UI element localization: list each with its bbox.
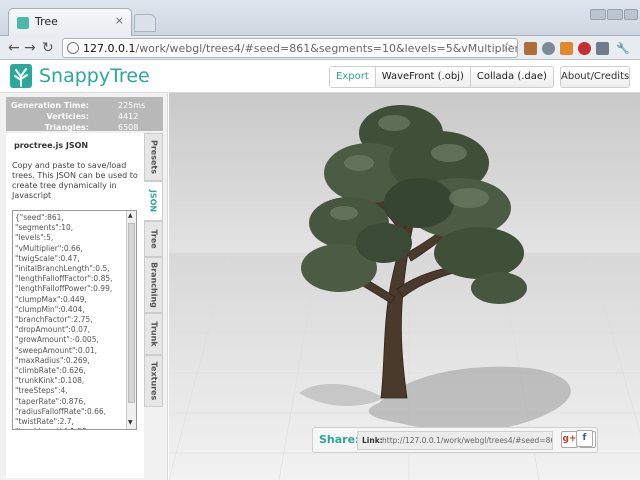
json-line: "lengthFalloffPower":0.99, (15, 284, 113, 294)
minimize-button[interactable] (590, 9, 606, 20)
json-line: "radiusFalloffRate":0.66, (15, 406, 107, 416)
json-line: "taperRate":0.876, (15, 396, 86, 406)
link-label: Link: (362, 436, 383, 445)
app-header: SnappyTree Export WaveFront (.obj) Colla… (0, 60, 640, 93)
browser-tab-strip: Tree × (0, 0, 640, 36)
url-host: 127.0.0.1 (83, 42, 136, 55)
json-line: "climbRate":0.626, (15, 366, 86, 376)
stat-label: Generation Time: (10, 101, 89, 110)
new-tab-button[interactable] (134, 14, 156, 32)
stats-box: Generation Time: 225ms Verticies: 4412 T… (6, 97, 163, 132)
tab-presets[interactable]: Presets (144, 133, 163, 181)
tab-label: Presets (149, 139, 158, 175)
tab-label: Textures (149, 361, 158, 401)
tab-label: Tree (149, 229, 158, 249)
json-line: "levels":5, (15, 233, 54, 243)
wavefront-obj-button[interactable]: WaveFront (.obj) (376, 67, 471, 87)
tab-label: JSON (148, 189, 158, 213)
side-panel: Generation Time: 225ms Verticies: 4412 T… (0, 93, 168, 480)
scroll-down-icon[interactable]: ▼ (128, 419, 133, 426)
share-bar: Share: Link: http://127.0.0.1/work/webgl… (312, 427, 598, 453)
tab-title: Tree (35, 15, 58, 28)
facebook-share-icon[interactable]: f (576, 430, 593, 447)
tree-3d-viewport[interactable] (169, 93, 640, 480)
share-label: Share: (319, 433, 360, 446)
tab-close-icon[interactable]: × (115, 14, 124, 27)
reload-icon[interactable]: ↻ (42, 40, 54, 56)
tab-label: Trunk (149, 321, 158, 347)
json-panel: proctree.js JSON Copy and paste to save/… (6, 133, 144, 478)
export-button-group: Export WaveFront (.obj) Collada (.dae) (329, 66, 554, 88)
json-line: "vMultiplier":0.66, (15, 243, 83, 253)
scroll-up-icon[interactable]: ▲ (128, 212, 133, 219)
about-credits-button[interactable]: About/Credits (560, 66, 630, 88)
stat-value: 4412 (118, 112, 139, 121)
maximize-button[interactable] (607, 9, 623, 20)
url-path: /work/webgl/trees4/#seed=861&segments=10… (135, 42, 518, 55)
extension-window-icon[interactable] (596, 42, 609, 55)
close-window-button[interactable] (624, 9, 638, 20)
stat-value: 6508 (118, 123, 139, 132)
extension-orange-icon[interactable] (560, 42, 573, 55)
export-button[interactable]: Export (330, 67, 376, 87)
json-line: "branchFactor":2.75, (15, 315, 93, 325)
tab-textures[interactable]: Textures (144, 355, 163, 407)
textarea-scrollbar[interactable]: ▲ ▼ (126, 211, 136, 429)
json-line: "sweepAmount":0.01, (15, 345, 98, 355)
favicon-icon (17, 17, 29, 29)
globe-icon (67, 42, 79, 54)
tab-tree[interactable]: Tree (144, 221, 163, 257)
tab-branching[interactable]: Branching (144, 257, 163, 313)
json-line: "trunkLength":1.55, (15, 427, 125, 429)
json-line: "initalBranchLength":0.5, (15, 264, 110, 274)
json-line: "growAmount":-0.005, (15, 335, 99, 345)
tab-json[interactable]: JSON (144, 181, 163, 221)
collada-dae-button[interactable]: Collada (.dae) (471, 67, 553, 87)
panel-heading: proctree.js JSON (14, 141, 89, 150)
tab-trunk[interactable]: Trunk (144, 313, 163, 355)
json-line: "lengthFalloffFactor":0.85, (15, 274, 113, 284)
json-textarea[interactable]: {"seed":861, "segments":10, "levels":5, "vM… (12, 210, 137, 430)
tab-label: Branching (149, 262, 158, 308)
stat-value: 225ms (118, 101, 146, 110)
wrench-icon[interactable]: 🔧 (616, 41, 630, 57)
share-link-url: http://127.0.0.1/work/webgl/trees4/#seed… (382, 436, 553, 445)
json-line: "dropAmount":0.07, (15, 325, 91, 335)
stat-label: Triangles: (44, 123, 89, 132)
json-line: "twistRate":2.7, (15, 417, 74, 427)
app-name: SnappyTree (39, 65, 150, 87)
json-line: "clumpMax":0.449, (15, 294, 87, 304)
json-line: "maxRadius":0.269, (15, 355, 90, 365)
browser-toolbar: ← → ↻ 127.0.0.1/work/webgl/trees4/#seed=… (0, 36, 640, 60)
share-link-field[interactable]: Link: http://127.0.0.1/work/webgl/trees4… (357, 431, 553, 450)
extension-brush-icon[interactable] (524, 42, 537, 55)
stat-label: Verticies: (46, 112, 89, 121)
json-line: "trunkKink":0.108, (15, 376, 85, 386)
panel-description: Copy and paste to save/load trees. This … (12, 161, 138, 200)
json-line: "treeSteps":4, (15, 386, 68, 396)
forward-icon[interactable]: → (24, 40, 36, 56)
tree-render (169, 105, 640, 480)
json-line: "clumpMin":0.404, (15, 304, 85, 314)
bookmark-star-icon[interactable]: ☆ (501, 40, 513, 55)
json-line: "segments":10, (15, 223, 74, 233)
extension-gear-icon[interactable] (542, 42, 555, 55)
back-icon[interactable]: ← (8, 40, 20, 56)
json-line: {"seed":861, (15, 213, 64, 222)
scrollbar-thumb[interactable] (128, 223, 135, 403)
extension-red-icon[interactable] (578, 42, 591, 55)
json-text: {"seed":861, "segments":10, "levels":5, "vM… (15, 213, 125, 429)
browser-tab[interactable]: Tree × (8, 8, 132, 36)
json-line: "twigScale":0.47, (15, 253, 80, 263)
tree-logo-icon (10, 64, 32, 88)
address-bar[interactable]: 127.0.0.1/work/webgl/trees4/#seed=861&se… (62, 38, 518, 58)
